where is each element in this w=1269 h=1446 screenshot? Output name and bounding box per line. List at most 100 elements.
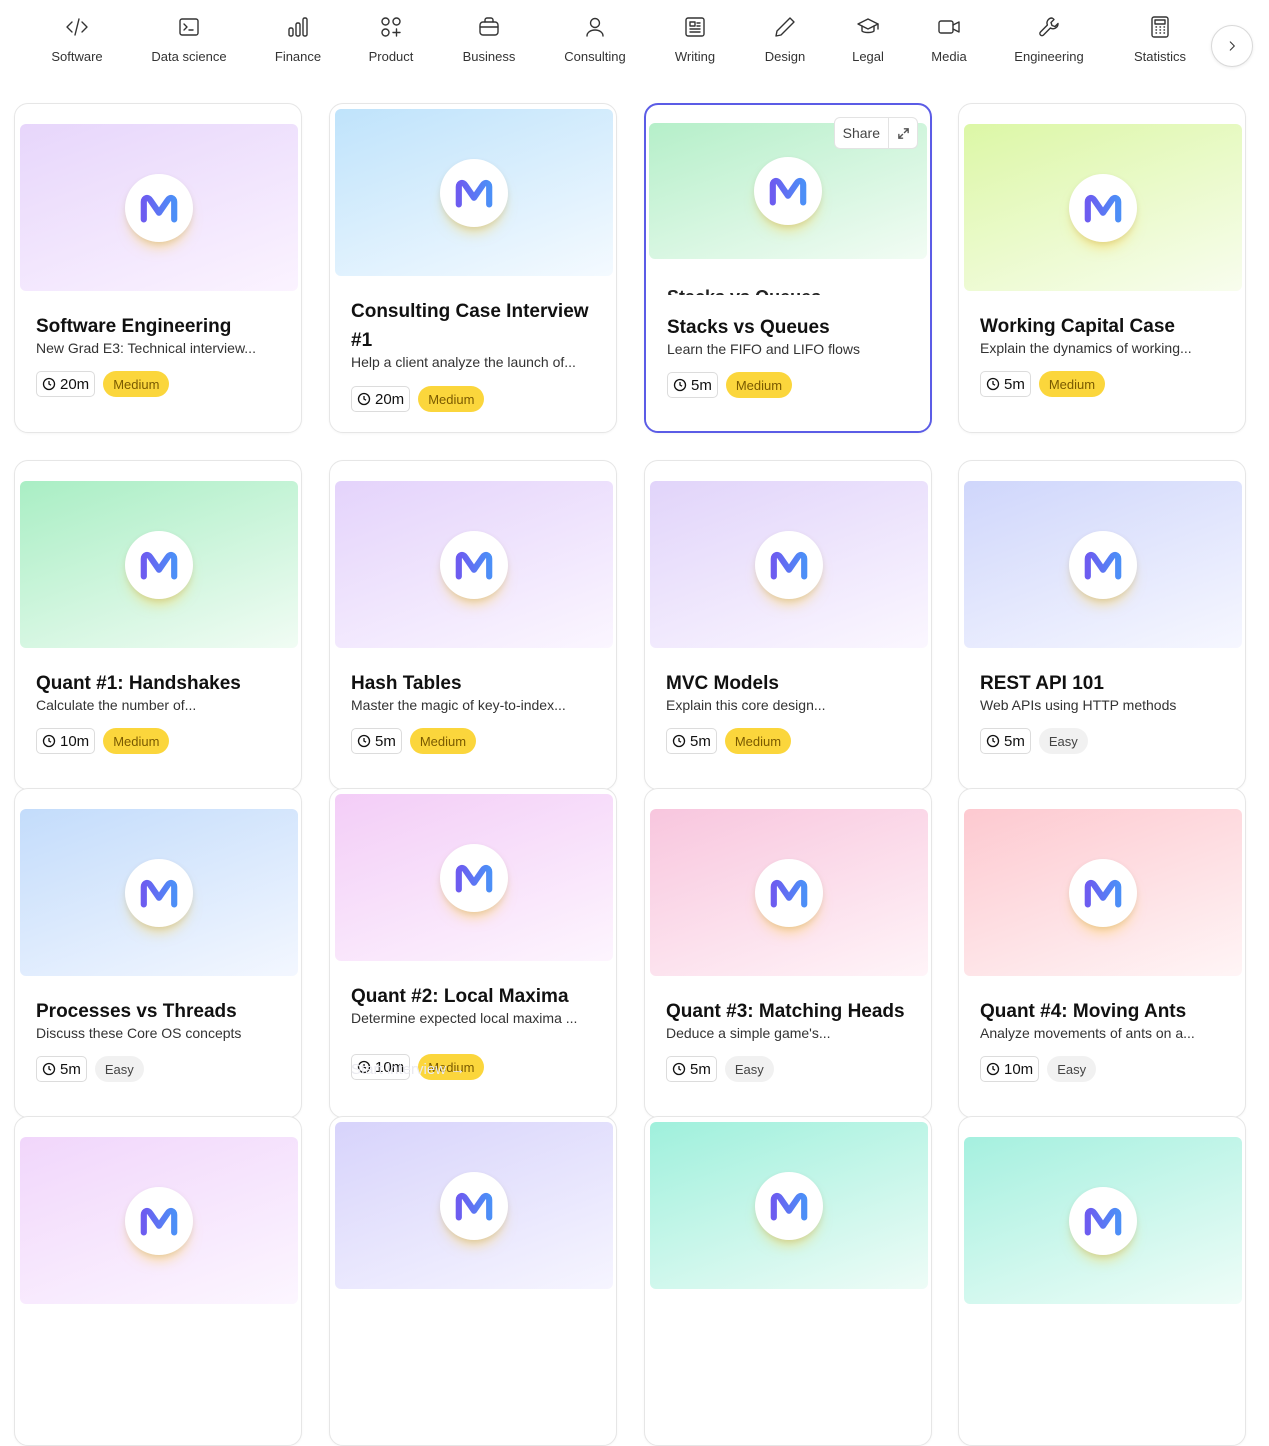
card-title: REST API 101 [980, 673, 1104, 694]
card-title: Processes vs Threads [36, 1001, 237, 1022]
brand-logo-icon [440, 1171, 508, 1240]
interview-card[interactable]: Share Stacks vs Queues Stacks vs Queues Lea… [644, 103, 932, 433]
user-icon [582, 14, 608, 40]
card-meta: 10m Easy [980, 1056, 1097, 1082]
category-finance[interactable]: Finance [268, 14, 328, 76]
next-categories-button[interactable] [1211, 25, 1253, 67]
category-bar: Software Data science Finance Product Bu… [0, 0, 1269, 90]
clock-icon [42, 1062, 56, 1076]
duration-value: 10m [1004, 1060, 1034, 1078]
card-meta: 5m Easy [36, 1056, 144, 1082]
category-label: Product [368, 49, 414, 64]
interview-card[interactable]: Software Engineering New Grad E3: Technic… [14, 103, 302, 433]
duration-chip: 5m [667, 372, 718, 398]
clock-icon [42, 377, 56, 391]
brand-logo-icon [440, 530, 508, 599]
interview-card[interactable] [644, 1116, 932, 1446]
category-product[interactable]: Product [361, 14, 421, 76]
difficulty-badge: Medium [725, 372, 793, 398]
duration-chip: 5m [980, 728, 1031, 754]
card-meta: 20m Medium [351, 386, 485, 412]
clock-icon [986, 1062, 1000, 1076]
expand-icon[interactable] [889, 118, 917, 148]
category-data-science[interactable]: Data science [144, 14, 234, 76]
card-description: Learn the FIFO and LIFO flows [667, 341, 860, 357]
interview-card[interactable] [14, 1116, 302, 1446]
card-banner [964, 481, 1242, 648]
difficulty-badge: Medium [103, 371, 170, 397]
card-banner [964, 124, 1242, 291]
category-label: Engineering [1014, 49, 1084, 64]
interview-card[interactable]: Quant #4: Moving Ants Analyze movements o… [958, 788, 1246, 1118]
terminal-icon [176, 14, 202, 40]
card-description: Determine expected local maxima ... [351, 1010, 578, 1026]
interview-card[interactable]: Hash Tables Master the magic of key-to-in… [329, 460, 617, 790]
interview-card[interactable]: Quant #2: Local Maxima Determine expected… [329, 788, 617, 1118]
category-legal[interactable]: Legal [838, 14, 898, 76]
category-media[interactable]: Media [919, 14, 979, 76]
card-meta: 5m Medium [666, 728, 792, 754]
duration-value: 5m [60, 1060, 81, 1078]
card-meta: 5m Medium [351, 728, 477, 754]
card-description: Explain the dynamics of working... [980, 340, 1192, 356]
interview-card[interactable]: Processes vs Threads Discuss these Core O… [14, 788, 302, 1118]
duration-value: 10m [60, 732, 90, 750]
clock-icon [986, 377, 1000, 391]
card-banner [650, 809, 928, 976]
category-writing[interactable]: Writing [665, 14, 725, 76]
brand-logo-icon [125, 173, 193, 242]
interview-card[interactable]: Working Capital Case Explain the dynamics… [958, 103, 1246, 433]
card-meta: 5m Medium [980, 371, 1106, 397]
category-business[interactable]: Business [454, 14, 524, 76]
interview-card[interactable]: MVC Models Explain this core design... 5m M… [644, 460, 932, 790]
card-title: Quant #3: Matching Heads [666, 1001, 905, 1022]
card-banner [20, 481, 298, 648]
interview-card[interactable]: REST API 101 Web APIs using HTTP methods 5… [958, 460, 1246, 790]
duration-value: 5m [1004, 732, 1025, 750]
category-label: Software [51, 49, 103, 64]
category-software[interactable]: Software [47, 14, 107, 76]
brand-logo-icon [1069, 173, 1137, 242]
category-label: Design [764, 49, 806, 64]
card-meta: 5m Easy [980, 728, 1088, 754]
difficulty-badge: Easy [94, 1056, 144, 1082]
hover-title-preview: Stacks vs Queues [667, 281, 821, 295]
card-description: Discuss these Core OS concepts [36, 1025, 242, 1041]
brand-logo-icon [1069, 1186, 1137, 1255]
duration-chip: 5m [36, 1056, 87, 1082]
difficulty-badge: Easy [724, 1056, 774, 1082]
interview-card[interactable]: Quant #1: Handshakes Calculate the number… [14, 460, 302, 790]
category-design[interactable]: Design [755, 14, 815, 76]
bar-chart-icon [285, 14, 311, 40]
clock-icon [357, 392, 371, 406]
card-banner [650, 481, 928, 648]
interview-card[interactable]: Quant #3: Matching Heads Deduce a simple … [644, 788, 932, 1118]
share-button[interactable]: Share [835, 118, 889, 148]
card-title: Consulting Case Interview #1 [351, 301, 589, 351]
duration-value: 20m [375, 390, 405, 408]
category-statistics[interactable]: Statistics [1125, 14, 1195, 76]
start-interview-link[interactable]: Start interview → [351, 1061, 465, 1078]
card-title: Working Capital Case [980, 316, 1175, 337]
newspaper-icon [682, 14, 708, 40]
clock-icon [42, 734, 56, 748]
card-banner [964, 1137, 1242, 1304]
category-label: Finance [274, 49, 322, 64]
brand-logo-icon [754, 157, 822, 225]
interview-card[interactable]: Consulting Case Interview #1 Help a clien… [329, 103, 617, 433]
duration-value: 5m [690, 1060, 711, 1078]
grid-plus-icon [378, 14, 404, 40]
interview-card[interactable] [329, 1116, 617, 1446]
card-description: Deduce a simple game's... [666, 1025, 831, 1041]
difficulty-badge: Medium [409, 728, 477, 754]
wrench-icon [1036, 14, 1062, 40]
category-consulting[interactable]: Consulting [555, 14, 635, 76]
brand-logo-icon [125, 1186, 193, 1255]
category-engineering[interactable]: Engineering [1009, 14, 1089, 76]
duration-value: 20m [60, 375, 90, 393]
card-title: Quant #2: Local Maxima [351, 986, 569, 1007]
card-description: Master the magic of key-to-index... [351, 697, 566, 713]
interview-card[interactable] [958, 1116, 1246, 1446]
card-title: Hash Tables [351, 673, 462, 694]
code-icon [64, 14, 90, 40]
